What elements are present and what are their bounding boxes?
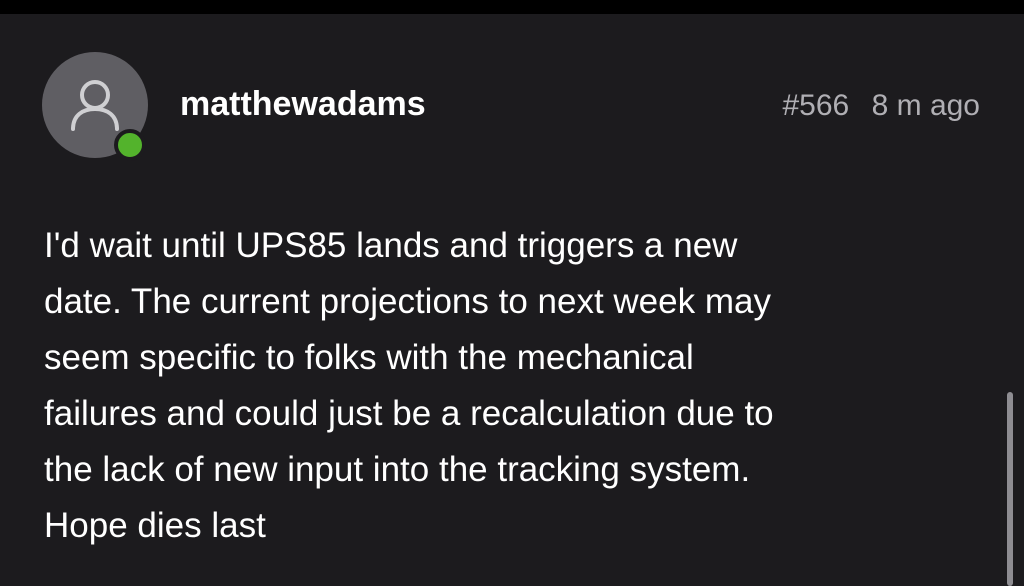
post-body-line: Hope dies last [44, 506, 266, 545]
post-body-line: failures and could just be a recalculati… [44, 394, 774, 433]
post-body-line: seem specific to folks with the mechanic… [44, 338, 694, 377]
forum-post: matthewadams #566 8 m ago I'd wait until… [0, 14, 1024, 586]
post-author-username[interactable]: matthewadams [180, 84, 426, 124]
post-body-line: the lack of new input into the tracking … [44, 450, 751, 489]
vertical-scrollbar[interactable] [1007, 392, 1013, 586]
post-timestamp: 8 m ago [871, 89, 980, 122]
post-meta: #566 8 m ago [783, 86, 981, 126]
post-body-line: date. The current projections to next we… [44, 282, 771, 321]
post-number[interactable]: #566 [783, 89, 850, 122]
post-body: I'd wait until UPS85 lands and triggers … [44, 218, 974, 554]
screen: matthewadams #566 8 m ago I'd wait until… [0, 0, 1024, 586]
post-body-line: I'd wait until UPS85 lands and triggers … [44, 226, 738, 265]
online-status-indicator [114, 129, 146, 161]
